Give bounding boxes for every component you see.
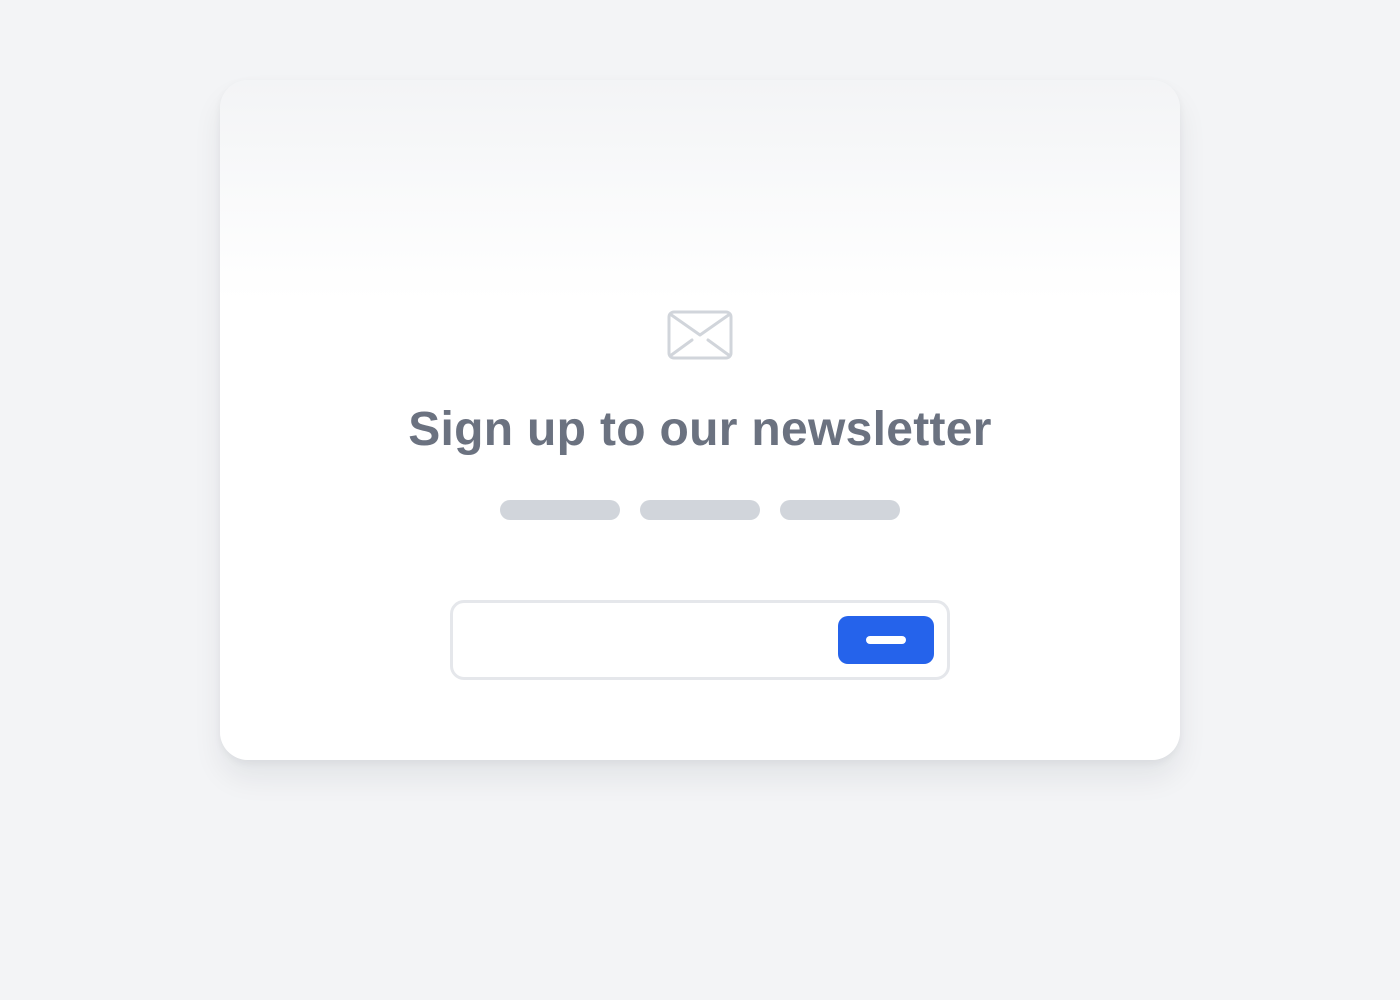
skeleton-text-row [500,500,900,520]
skeleton-pill [640,500,760,520]
subscribe-button[interactable] [838,616,934,664]
skeleton-pill [500,500,620,520]
dash-icon [866,636,906,644]
newsletter-signup-form [450,600,950,680]
envelope-icon [667,310,733,360]
newsletter-card: Sign up to our newsletter [220,80,1180,760]
newsletter-title: Sign up to our newsletter [408,403,992,456]
skeleton-pill [780,500,900,520]
